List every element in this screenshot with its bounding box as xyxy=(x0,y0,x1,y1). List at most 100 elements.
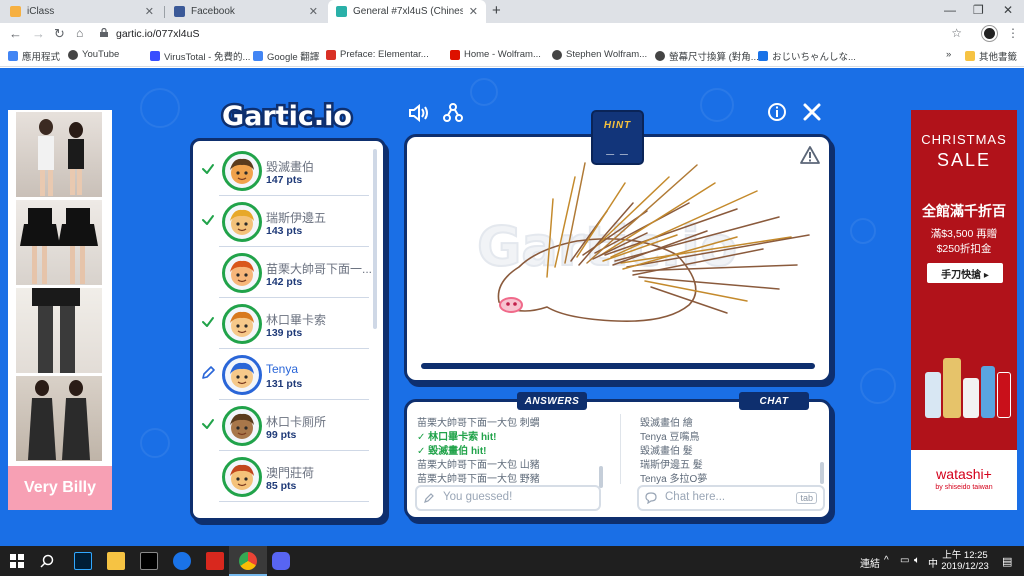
back-icon[interactable]: ← xyxy=(9,26,22,41)
terminal-icon[interactable] xyxy=(140,552,158,570)
file-explorer-icon[interactable] xyxy=(107,552,125,570)
tab-title: Facebook xyxy=(191,6,235,17)
chat-scrollbar[interactable] xyxy=(820,462,824,484)
bookmark-label: Stephen Wolfram... xyxy=(566,49,648,60)
bookmarks-overflow[interactable]: » xyxy=(946,49,951,60)
system-clock[interactable]: 上午 12:25 2019/12/23 xyxy=(938,550,992,572)
info-icon[interactable] xyxy=(767,102,787,122)
avatar-face-icon xyxy=(230,209,254,235)
answer-hit-message: ✓ 林口畢卡索 hit! xyxy=(417,428,497,443)
player-name: 瑞斯伊邊五 xyxy=(266,211,327,225)
message-text: Tenya 多拉O夢 xyxy=(640,474,708,485)
language-indicator[interactable]: 中 xyxy=(928,555,938,570)
bookmark-preface[interactable]: Preface: Elementar... xyxy=(326,49,429,60)
product-bottle xyxy=(981,366,995,418)
globe-icon xyxy=(655,51,665,61)
ad-sub-1: 滿$3,500 再贈 xyxy=(930,228,998,240)
volume-icon[interactable]: 🔈︎ xyxy=(914,555,920,566)
bookmark-apps[interactable]: 應用程式 xyxy=(8,49,60,63)
hint-button[interactable]: HINT _ _ xyxy=(591,110,644,165)
answers-scrollbar[interactable] xyxy=(599,466,603,488)
player-row[interactable]: 澳門莊荷 85 pts xyxy=(193,451,375,502)
profile-avatar[interactable] xyxy=(982,26,997,41)
maximize-icon[interactable]: ❐ xyxy=(973,3,984,17)
player-row[interactable]: Tenya 131 pts xyxy=(193,349,375,400)
ad-shop-button[interactable]: 手刀快搶 ▸ xyxy=(927,263,1003,283)
bookmarks-more-label: » xyxy=(946,49,952,60)
ad-photo xyxy=(16,376,102,461)
close-tab-icon[interactable]: ✕ xyxy=(469,5,478,18)
chat-message: 瑞斯伊邊五 髮 xyxy=(640,456,703,471)
player-name: Tenya xyxy=(266,362,299,376)
report-icon[interactable] xyxy=(799,145,821,165)
bookmark-label: おじいちゃんしな... xyxy=(772,52,856,63)
forward-icon[interactable]: → xyxy=(32,26,45,41)
bg-doodle xyxy=(850,218,876,244)
player-points: 85 pts xyxy=(266,480,297,492)
bookmark-ojiichan[interactable]: おじいちゃんしな... xyxy=(758,49,856,63)
player-name: 毀滅畫伯 xyxy=(266,160,315,174)
chat-message: Tenya 豆嘴鳥 xyxy=(640,428,699,443)
minimize-icon[interactable]: — xyxy=(944,3,956,17)
chrome-icon[interactable] xyxy=(239,552,257,570)
chat-placeholder: Chat here... xyxy=(665,491,726,503)
player-row[interactable]: 瑞斯伊邊五 143 pts xyxy=(193,196,375,247)
browser-tab-gartic[interactable]: General #7xl4uS (Chinese (Taiwan ✕ xyxy=(328,0,486,23)
network-icon[interactable]: ▭ xyxy=(900,555,909,566)
bookmark-wolfram-home[interactable]: Home - Wolfram... xyxy=(450,49,541,60)
answers-chat-panel: ANSWERS CHAT 苗栗大帥哥下面一大包 刺蝟 ✓ 林口畢卡索 hit! ✓ … xyxy=(404,392,832,520)
gartic-page: Very Billy CHRISTMAS SALE 全館滿千折百 滿$3,500… xyxy=(0,68,1024,546)
share-icon[interactable] xyxy=(443,103,463,123)
close-tab-icon[interactable]: ✕ xyxy=(145,5,154,18)
ime-indicator[interactable]: 連結 xyxy=(860,555,880,570)
avatar-face-icon xyxy=(230,413,254,439)
windows-taskbar: 連結 ^ ▭ 🔈︎ 中 上午 12:25 2019/12/23 ▤ xyxy=(0,546,1024,576)
internet-explorer-icon[interactable] xyxy=(173,552,191,570)
player-row[interactable]: 苗栗大帥哥下面一... 142 pts xyxy=(193,247,375,298)
close-tab-icon[interactable]: ✕ xyxy=(309,5,318,18)
reload-icon[interactable]: ↻ xyxy=(54,26,65,42)
bookmark-stephen-wolfram[interactable]: Stephen Wolfram... xyxy=(552,49,647,60)
app-gear-icon[interactable] xyxy=(206,552,224,570)
other-bookmarks[interactable]: 其他書籤 xyxy=(965,49,1017,63)
chat-input[interactable]: Chat here... tab xyxy=(637,485,825,511)
ad-photo xyxy=(16,288,102,373)
browser-tab-iclass[interactable]: iClass ✕ xyxy=(2,0,162,23)
close-game-icon[interactable] xyxy=(802,102,822,122)
ad-photo-figure xyxy=(28,380,90,460)
new-tab-icon[interactable]: + xyxy=(492,2,501,19)
chat-divider xyxy=(620,414,621,484)
tab-divider xyxy=(164,6,165,18)
bg-doodle xyxy=(140,428,170,458)
avatar-face-icon xyxy=(230,311,254,337)
chrome-menu-icon[interactable]: ⋮ xyxy=(1007,26,1019,40)
left-advertisement[interactable]: Very Billy xyxy=(8,110,112,510)
player-row[interactable]: 林口卡厠所 99 pts xyxy=(193,400,375,451)
player-points: 99 pts xyxy=(266,429,297,441)
bookmark-screen-size[interactable]: 螢幕尺寸換算 (對角... xyxy=(655,49,759,63)
notifications-icon[interactable]: ▤ xyxy=(1002,555,1012,568)
ad-photo-figure xyxy=(32,288,80,373)
right-advertisement[interactable]: CHRISTMAS SALE 全館滿千折百 滿$3,500 再贈 $250折扣金… xyxy=(911,110,1017,510)
bookmark-youtube[interactable]: YouTube xyxy=(68,49,119,60)
tray-chevron-icon[interactable]: ^ xyxy=(884,555,889,566)
avatar-face-icon xyxy=(230,464,254,490)
search-icon[interactable] xyxy=(40,554,54,568)
close-window-icon[interactable]: ✕ xyxy=(1003,3,1013,17)
sound-icon[interactable] xyxy=(408,104,430,122)
player-row[interactable]: 林口畢卡索 139 pts xyxy=(193,298,375,349)
ad-photo-figure xyxy=(20,208,98,284)
bookmark-virustotal[interactable]: VirusTotal - 免費的... xyxy=(150,49,250,63)
player-row[interactable]: 毀滅畫伯 147 pts xyxy=(193,145,375,196)
bookmark-star-icon[interactable]: ☆ xyxy=(951,26,962,40)
discord-icon[interactable] xyxy=(272,552,290,570)
browser-tab-facebook[interactable]: Facebook ✕ xyxy=(166,0,326,23)
pencil-icon xyxy=(202,366,215,379)
answer-input[interactable]: You guessed! xyxy=(415,485,601,511)
bookmark-google-translate[interactable]: Google 翻譯 xyxy=(253,49,319,63)
windows-start-icon[interactable] xyxy=(10,554,24,568)
address-bar[interactable]: gartic.io/077xl4uS ☆ xyxy=(92,25,980,43)
photoshop-icon[interactable] xyxy=(74,552,92,570)
home-icon[interactable]: ⌂ xyxy=(76,26,83,40)
product-bottle xyxy=(925,372,941,418)
